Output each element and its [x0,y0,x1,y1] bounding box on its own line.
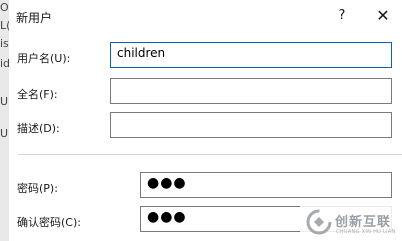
dialog-title: 新用户 [16,11,53,25]
background-text: U [0,96,9,108]
username-input[interactable]: children [110,42,392,68]
background-text: U [0,128,9,140]
watermark: 创新互联 CHUANG XIN HU LIAN [300,203,402,241]
dialog-titlebar[interactable]: 新用户 ? ✕ [9,0,402,32]
password-label: 密码(P): [17,182,58,195]
description-label: 描述(D): [17,122,60,135]
username-label: 用户名(U): [17,52,71,65]
watermark-subtext: CHUANG XIN HU LIAN [336,229,396,235]
confirm-password-label: 确认密码(C): [17,216,81,229]
background-text: is [0,38,9,50]
password-input[interactable]: ●●● [140,172,392,198]
background-text: L( [0,20,9,32]
help-button[interactable]: ? [330,5,354,27]
watermark-text: 创新互联 [335,215,392,230]
fullname-label: 全名(F): [17,88,58,101]
background-text: id [0,58,9,70]
section-divider [18,154,402,155]
background-text: Ol [0,2,9,14]
watermark-logo-icon [306,209,332,235]
description-input[interactable] [110,112,392,138]
fullname-input[interactable] [110,78,392,104]
close-button[interactable]: ✕ [371,5,395,27]
